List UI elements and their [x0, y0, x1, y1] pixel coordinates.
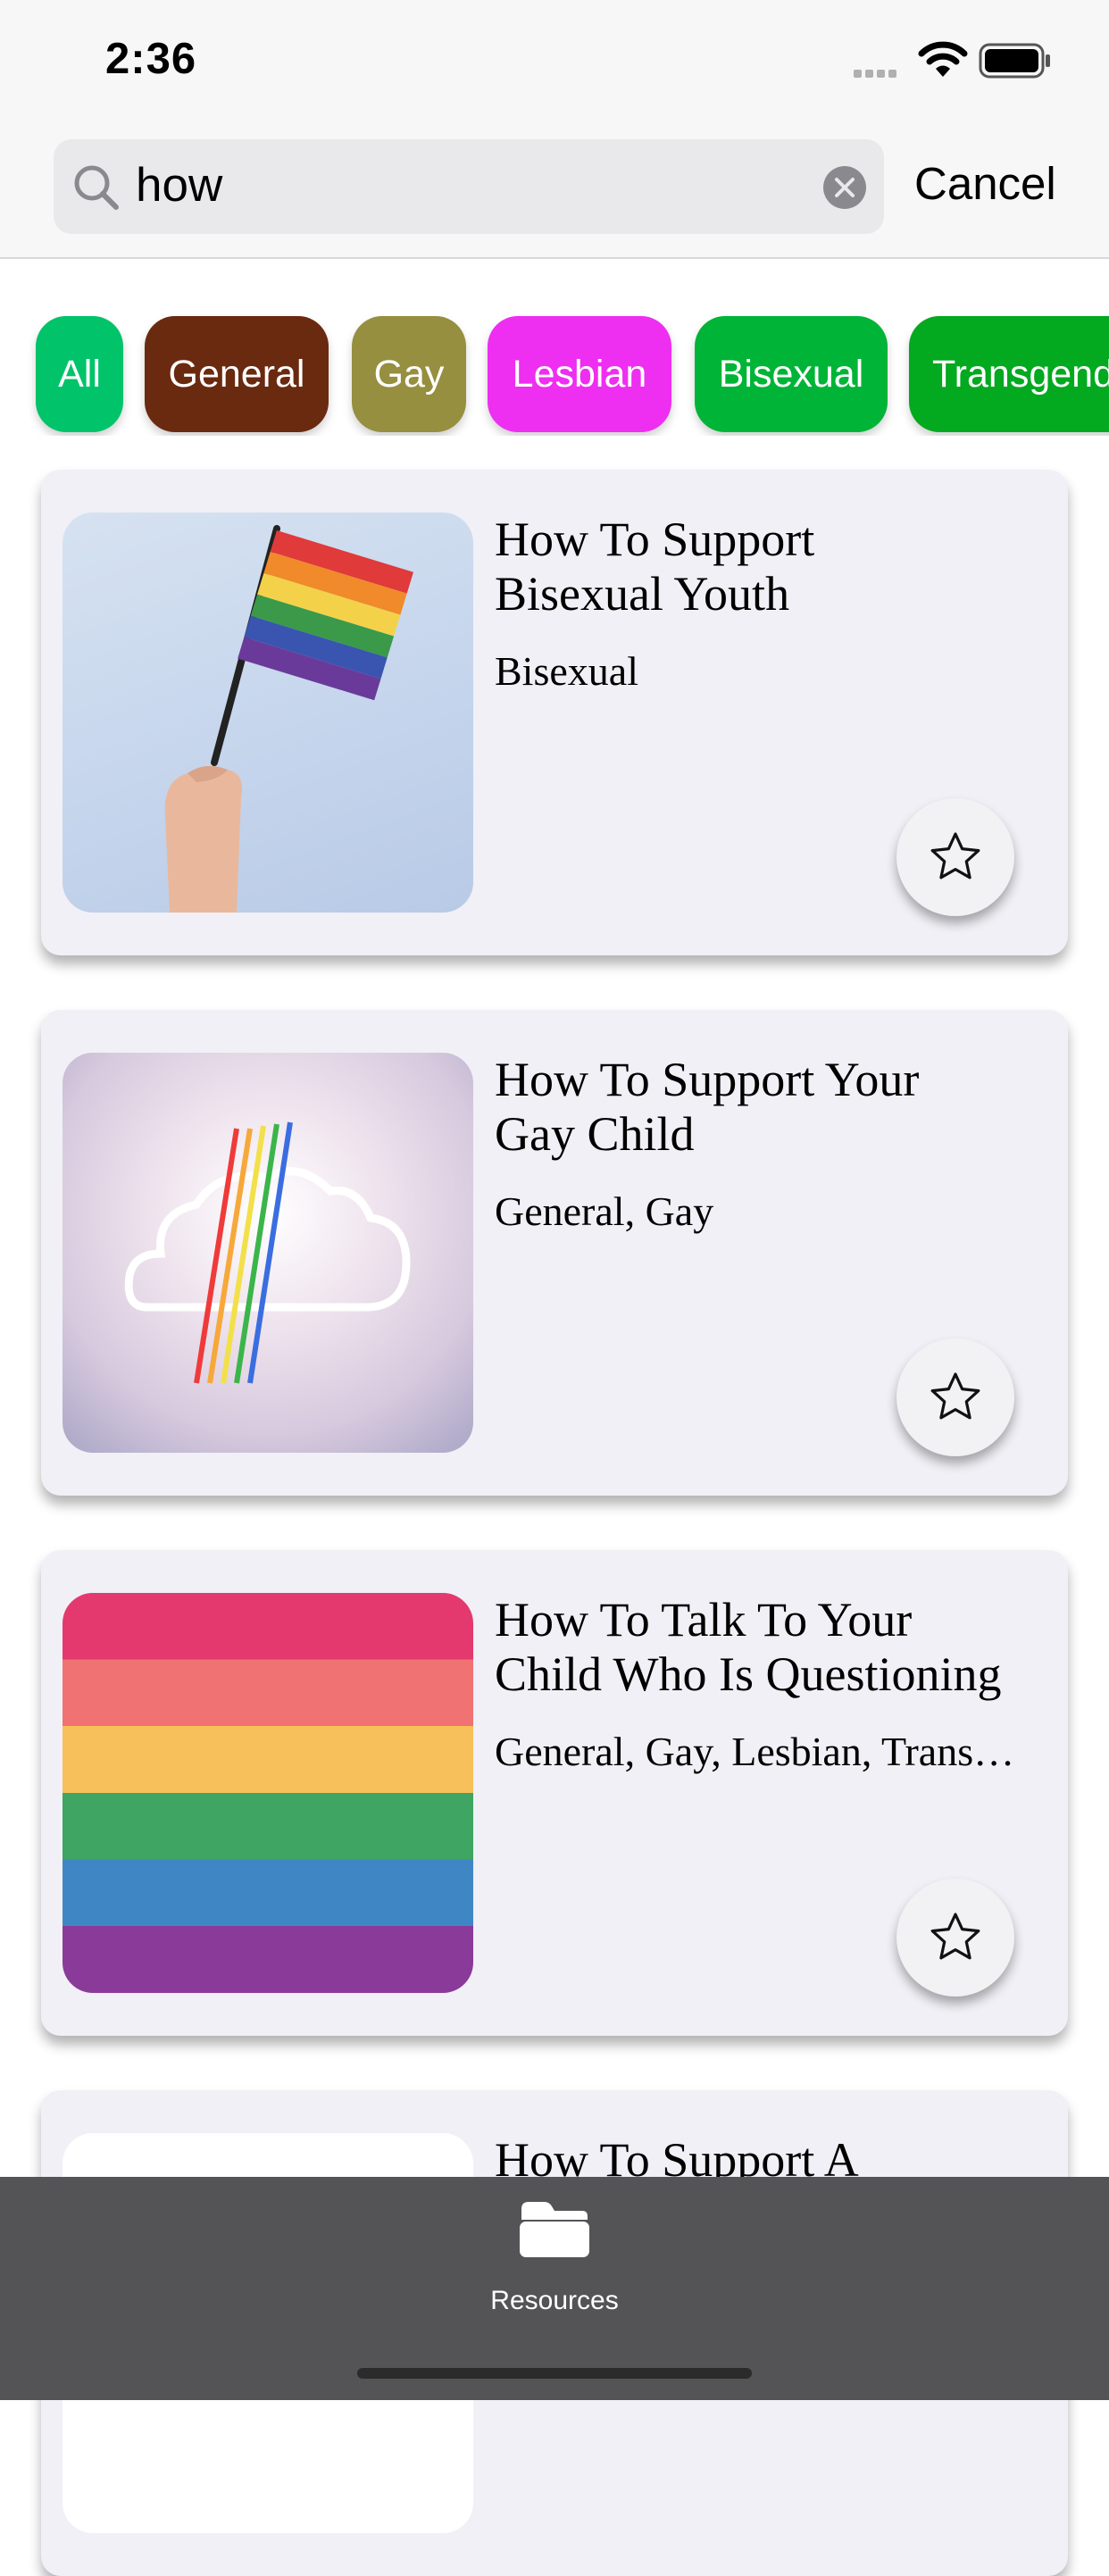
search-input[interactable]: how: [136, 159, 222, 213]
resource-card[interactable]: How To Support Bisexual Youth Bisexual: [41, 470, 1068, 955]
star-icon: [930, 1913, 980, 1960]
search-header: how Cancel: [0, 125, 1109, 259]
resource-card[interactable]: How To Support Your Gay Child General, G…: [41, 1010, 1068, 1496]
favorite-button[interactable]: [896, 1338, 1014, 1456]
search-field[interactable]: how: [54, 139, 884, 234]
tab-resources[interactable]: Resources: [465, 2200, 644, 2334]
rainbow-stripes-image: [63, 1593, 473, 1993]
filter-chip-all[interactable]: All: [36, 316, 123, 432]
star-icon: [930, 832, 980, 880]
resource-categories: Bisexual: [495, 648, 638, 694]
wifi-icon: [918, 41, 968, 77]
filter-chip-general[interactable]: General: [145, 316, 329, 432]
filter-chip-lesbian[interactable]: Lesbian: [488, 316, 671, 432]
filter-chip-transgender[interactable]: Transgender: [909, 316, 1109, 432]
battery-icon: [979, 43, 1050, 79]
cancel-button[interactable]: Cancel: [914, 157, 1056, 210]
resource-categories: General, Gay, Lesbian, Transgender: [495, 1729, 1030, 1774]
tab-bar: Resources: [0, 2177, 1109, 2400]
clear-search-button[interactable]: [823, 166, 866, 209]
cellular-signal-icon: [854, 66, 900, 82]
rainbow-flag-image: [164, 525, 414, 913]
filter-chip-bisexual[interactable]: Bisexual: [695, 316, 888, 432]
star-icon: [930, 1372, 980, 1420]
favorite-button[interactable]: [896, 1879, 1014, 1997]
status-time: 2:36: [105, 35, 197, 83]
resource-categories: General, Gay: [495, 1188, 714, 1234]
resource-thumbnail: [63, 1053, 473, 1453]
folder-icon: [520, 2202, 589, 2257]
status-bar: 2:36: [0, 0, 1109, 125]
close-icon: [835, 178, 855, 197]
favorite-button[interactable]: [896, 798, 1014, 916]
neon-cloud-image: [124, 1121, 411, 1384]
resource-title: How To Support Your Gay Child: [495, 1053, 920, 1161]
filter-chip-gay[interactable]: Gay: [352, 316, 466, 432]
home-indicator: [357, 2368, 752, 2379]
tab-label: Resources: [490, 2286, 619, 2315]
resource-card[interactable]: How To Talk To Your Child Who Is Questio…: [41, 1550, 1068, 2036]
resource-title: How To Support Bisexual Youth: [495, 513, 815, 621]
category-filter-bar: All General Gay Lesbian Bisexual Transge…: [0, 314, 1109, 436]
resource-thumbnail: [63, 513, 473, 913]
resource-title: How To Talk To Your Child Who Is Questio…: [495, 1593, 1002, 1701]
search-icon: [74, 165, 119, 210]
